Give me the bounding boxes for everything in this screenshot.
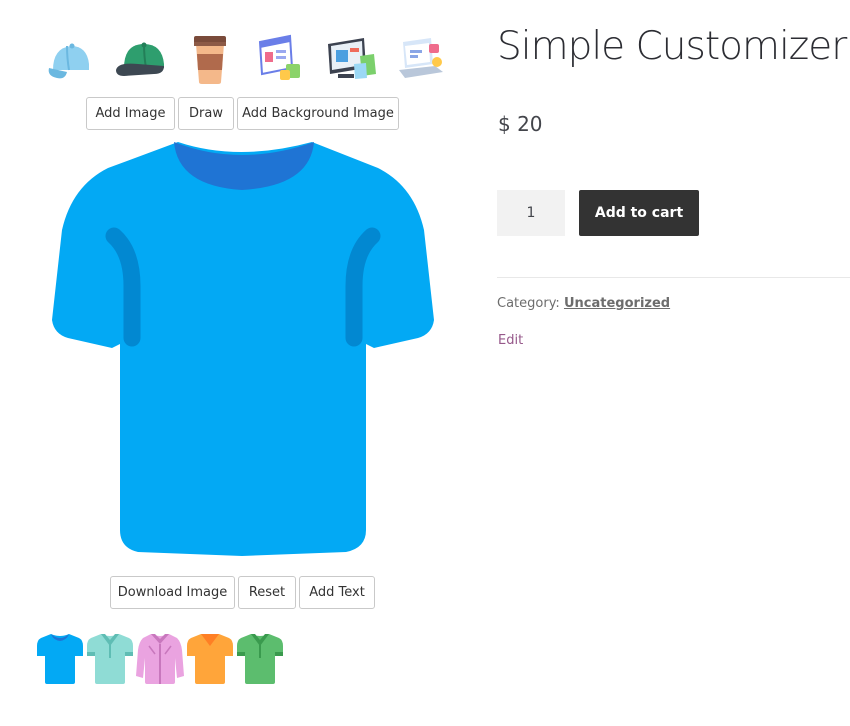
- draw-button[interactable]: Draw: [178, 97, 234, 130]
- add-text-button[interactable]: Add Text: [299, 576, 375, 609]
- product-category: Category: Uncategorized: [497, 296, 670, 311]
- online-shopping-icon[interactable]: [324, 34, 378, 84]
- blue-tshirt-icon[interactable]: [35, 632, 85, 686]
- download-image-button[interactable]: Download Image: [110, 576, 235, 609]
- add-image-button[interactable]: Add Image: [86, 97, 175, 130]
- tshirt-body: [52, 142, 434, 556]
- add-background-image-button[interactable]: Add Background Image: [237, 97, 399, 130]
- edit-link[interactable]: Edit: [498, 333, 523, 348]
- orange-tshirt-icon[interactable]: [185, 632, 235, 686]
- reset-button[interactable]: Reset: [238, 576, 296, 609]
- add-to-cart-button[interactable]: Add to cart: [579, 190, 699, 236]
- mint-polo-icon[interactable]: [85, 632, 135, 686]
- product-title: Simple Customizer: [497, 24, 847, 69]
- divider: [497, 277, 850, 278]
- web-design-icon[interactable]: [256, 34, 304, 84]
- tshirt-canvas[interactable]: [40, 138, 440, 560]
- laptop-shopping-icon[interactable]: [397, 36, 447, 82]
- coffee-cup-icon[interactable]: [190, 34, 230, 86]
- green-cap-icon[interactable]: [114, 40, 168, 80]
- category-link[interactable]: Uncategorized: [564, 296, 670, 311]
- light-blue-cap-icon[interactable]: [45, 38, 95, 82]
- quantity-input[interactable]: [497, 190, 565, 236]
- pink-shirt-icon[interactable]: [135, 632, 185, 686]
- category-label: Category:: [497, 296, 560, 311]
- product-price: $ 20: [498, 112, 543, 136]
- green-polo-icon[interactable]: [235, 632, 285, 686]
